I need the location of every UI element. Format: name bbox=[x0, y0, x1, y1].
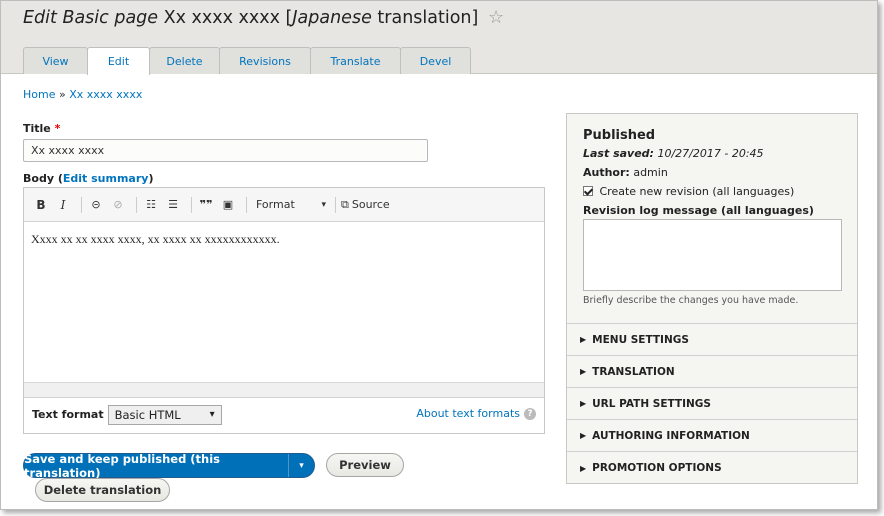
source-icon: ⧉ bbox=[341, 197, 349, 211]
tab-delete[interactable]: Delete bbox=[149, 47, 220, 74]
accordion-menu-settings[interactable]: ▶ MENU SETTINGS bbox=[567, 324, 857, 356]
required-mark: * bbox=[54, 122, 61, 135]
revision-log-textarea[interactable] bbox=[583, 219, 842, 291]
new-revision-option[interactable]: Create new revision (all languages) bbox=[583, 185, 841, 198]
last-saved-value: 10/27/2017 - 20:45 bbox=[657, 147, 764, 160]
toolbar-separator bbox=[246, 196, 247, 213]
chevron-down-icon[interactable]: ▾ bbox=[288, 454, 314, 477]
editor-toolbar: B I ⊝ ⊘ ☷ ☰ ❞❞ ▣ Format ▾ ⧉ Source bbox=[24, 188, 544, 222]
breadcrumb-current[interactable]: Xx xxxx xxxx bbox=[69, 88, 142, 101]
editor-resize-bar[interactable] bbox=[24, 382, 544, 398]
last-saved-label: Last saved: bbox=[583, 147, 654, 160]
text-format-label: Text format bbox=[32, 408, 104, 421]
revision-log-description: Briefly describe the changes you have ma… bbox=[583, 295, 799, 306]
about-text-formats-link[interactable]: About text formats bbox=[416, 407, 520, 420]
expand-triangle-icon: ▶ bbox=[580, 431, 587, 440]
meta-sidebar: Published Last saved: 10/27/2017 - 20:45… bbox=[566, 113, 858, 484]
text-format-select[interactable]: Basic HTML ▾ bbox=[107, 404, 222, 425]
revision-log-label-text: Revision log message (all languages) bbox=[583, 204, 814, 217]
accordion-translation[interactable]: ▶ TRANSLATION bbox=[567, 356, 857, 388]
toolbar-separator bbox=[81, 196, 82, 213]
tab-view[interactable]: View bbox=[23, 47, 88, 74]
expand-triangle-icon: ▶ bbox=[580, 463, 587, 473]
chevron-down-icon: ▾ bbox=[209, 409, 215, 420]
page-header: Edit Basic page Xx xxxx xxxx [Japanese t… bbox=[1, 1, 877, 75]
accordion-url-path-settings[interactable]: ▶ URL PATH SETTINGS bbox=[567, 388, 857, 420]
meta-header: Published Last saved: 10/27/2017 - 20:45… bbox=[567, 114, 857, 324]
help-icon: ? bbox=[524, 407, 536, 420]
title-label: Title * bbox=[23, 122, 60, 135]
body-label: Body (Edit summary) bbox=[23, 172, 153, 185]
edit-summary-link[interactable]: Edit summary bbox=[63, 172, 149, 185]
bold-button[interactable]: B bbox=[32, 195, 50, 215]
save-button[interactable]: Save and keep published (this translatio… bbox=[23, 452, 315, 480]
accordion-label: TRANSLATION bbox=[592, 365, 675, 378]
numbered-list-icon[interactable]: ☰ bbox=[164, 195, 182, 215]
text-format-value: Basic HTML bbox=[114, 407, 181, 422]
toolbar-separator bbox=[191, 196, 192, 213]
author-value: admin bbox=[633, 166, 668, 179]
accordion-label: PROMOTION OPTIONS bbox=[592, 462, 722, 474]
shortcut-star-icon[interactable]: ☆ bbox=[488, 7, 504, 28]
breadcrumb: Home » Xx xxxx xxxx bbox=[23, 88, 142, 101]
last-saved: Last saved: 10/27/2017 - 20:45 bbox=[583, 147, 841, 160]
toolbar-separator bbox=[136, 196, 137, 213]
author: Author: admin bbox=[583, 166, 841, 179]
preview-button[interactable]: Preview bbox=[326, 453, 404, 477]
title-label-text: Title bbox=[23, 122, 51, 135]
page-title-node: Xx xxxx xxxx bbox=[163, 8, 280, 28]
tab-translate[interactable]: Translate bbox=[310, 47, 401, 74]
publish-status: Published bbox=[583, 128, 656, 143]
link-icon[interactable]: ⊝ bbox=[87, 195, 105, 215]
breadcrumb-home[interactable]: Home bbox=[23, 88, 55, 101]
expand-triangle-icon: ▶ bbox=[580, 335, 587, 344]
tab-edit[interactable]: Edit bbox=[87, 47, 150, 75]
title-input[interactable]: Xx xxxx xxxx bbox=[23, 139, 428, 162]
save-button-label[interactable]: Save and keep published (this translatio… bbox=[24, 452, 288, 480]
chevron-down-icon: ▾ bbox=[321, 199, 326, 210]
body-editor: B I ⊝ ⊘ ☷ ☰ ❞❞ ▣ Format ▾ ⧉ Source Xxxx … bbox=[23, 187, 545, 434]
bulleted-list-icon[interactable]: ☷ bbox=[142, 195, 160, 215]
image-icon[interactable]: ▣ bbox=[219, 195, 237, 215]
format-label: Format bbox=[256, 198, 295, 211]
breadcrumb-separator: » bbox=[58, 88, 66, 101]
body-label-text: Body bbox=[23, 172, 54, 185]
revision-log-label: Revision log message (all languages) bbox=[583, 204, 841, 217]
about-text-formats[interactable]: About text formats ? bbox=[416, 407, 536, 420]
accordion-label: URL PATH SETTINGS bbox=[592, 397, 711, 410]
editor-content[interactable]: Xxxx xx xx xxxx xxxx, xx xxxx xx xxxxxxx… bbox=[24, 222, 544, 382]
delete-translation-button[interactable]: Delete translation bbox=[35, 478, 170, 502]
new-revision-checkbox[interactable] bbox=[583, 186, 593, 196]
unlink-icon[interactable]: ⊘ bbox=[109, 195, 127, 215]
accordion-label: AUTHORING INFORMATION bbox=[592, 429, 750, 442]
source-label: Source bbox=[351, 198, 390, 211]
expand-triangle-icon: ▶ bbox=[580, 367, 587, 376]
author-label: Author: bbox=[583, 166, 630, 179]
tab-revisions[interactable]: Revisions bbox=[219, 47, 311, 74]
format-dropdown[interactable]: Format ▾ bbox=[256, 198, 326, 211]
toolbar-separator bbox=[335, 196, 336, 213]
page-title: Edit Basic page Xx xxxx xxxx [Japanese t… bbox=[23, 7, 504, 28]
new-revision-label[interactable]: Create new revision (all languages) bbox=[600, 185, 795, 198]
source-button[interactable]: ⧉ Source bbox=[341, 195, 390, 215]
italic-button[interactable]: I bbox=[54, 195, 72, 215]
page-title-prefix: Edit Basic page bbox=[23, 8, 159, 28]
accordion-label: MENU SETTINGS bbox=[592, 333, 689, 346]
page-title-language: Japanese bbox=[292, 8, 372, 28]
body-label-paren-close: ) bbox=[148, 172, 154, 185]
page-frame: Edit Basic page Xx xxxx xxxx [Japanese t… bbox=[0, 0, 878, 510]
accordion-authoring-information[interactable]: ▶ AUTHORING INFORMATION bbox=[567, 420, 857, 452]
text-format-row: Text format Basic HTML ▾ About text form… bbox=[24, 398, 544, 431]
page-title-suffix: translation] bbox=[377, 8, 479, 28]
primary-tabs: View Edit Delete Revisions Translate Dev… bbox=[23, 47, 471, 75]
accordion-promotion-options[interactable]: ▶ PROMOTION OPTIONS bbox=[567, 452, 857, 484]
blockquote-icon[interactable]: ❞❞ bbox=[197, 195, 215, 215]
expand-triangle-icon: ▶ bbox=[580, 399, 587, 408]
tab-devel[interactable]: Devel bbox=[400, 47, 471, 74]
